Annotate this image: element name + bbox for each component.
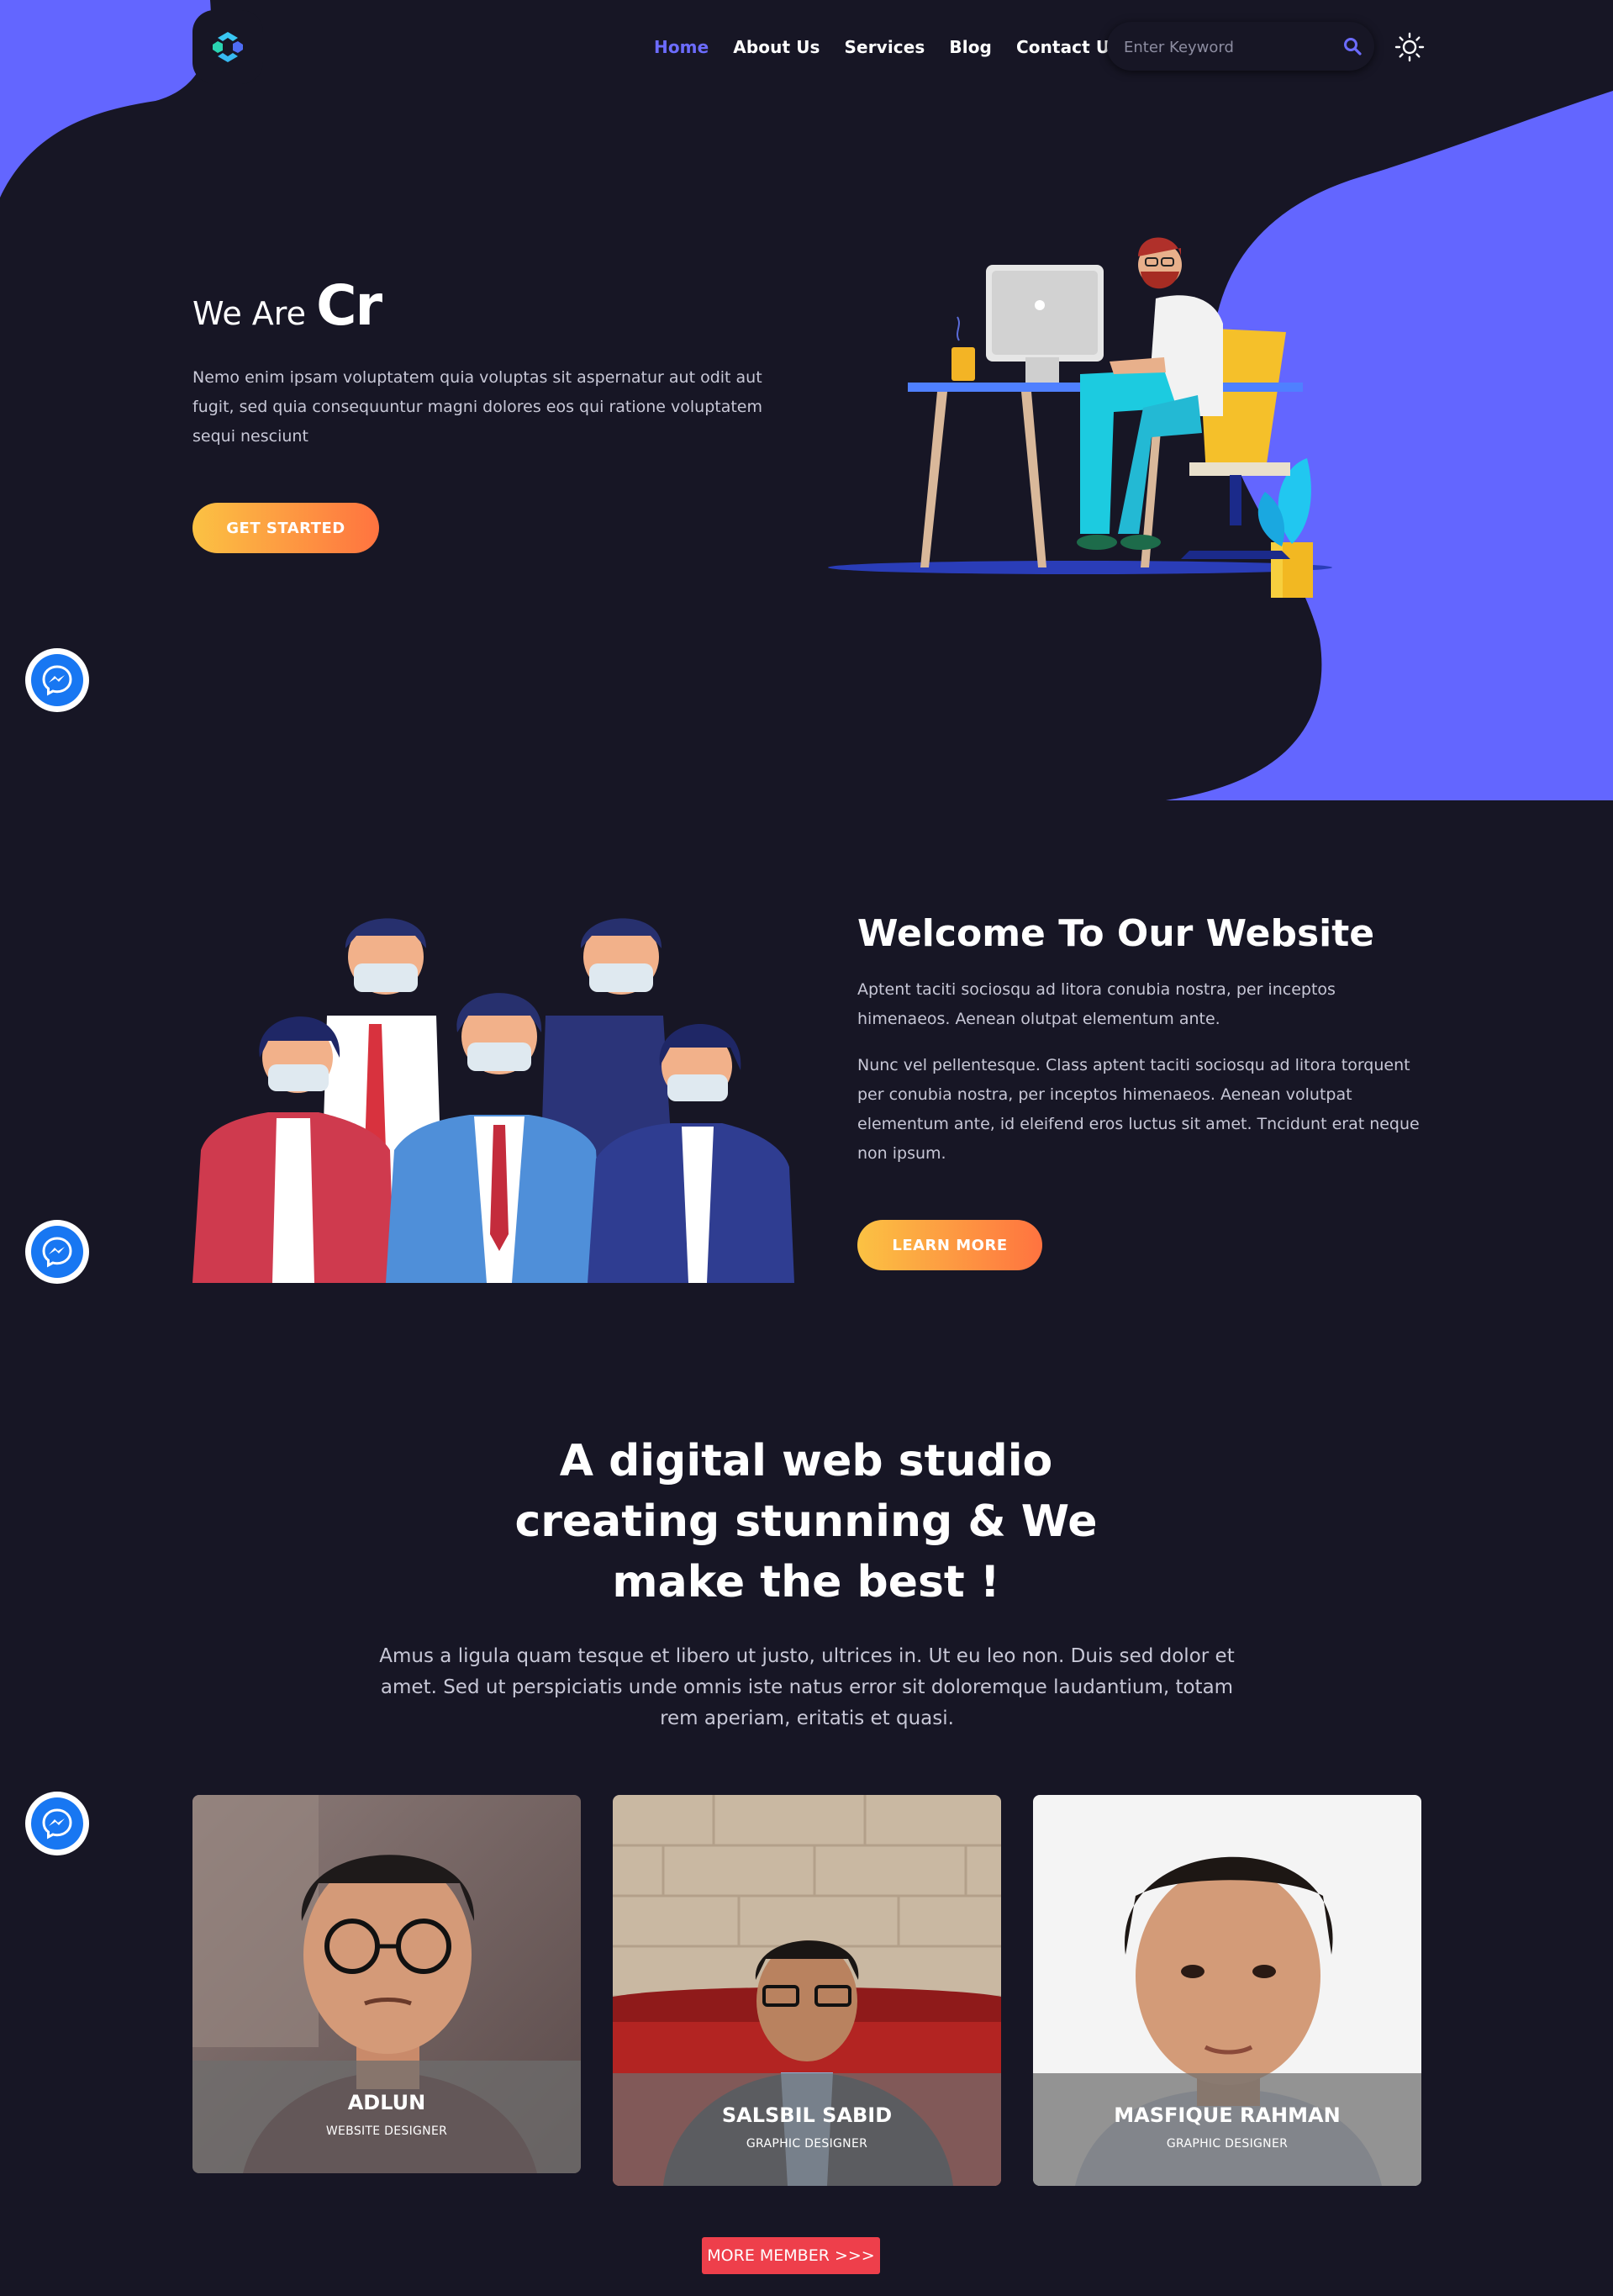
member-name: ADLUN: [347, 2091, 426, 2114]
card-overlay: [613, 2073, 1001, 2186]
search-icon[interactable]: [1342, 36, 1363, 56]
team-card[interactable]: ADLUN WEBSITE DESIGNER: [192, 1795, 581, 2173]
site-logo[interactable]: [192, 10, 263, 84]
member-name: MASFIQUE RAHMAN: [1114, 2103, 1341, 2127]
messenger-button[interactable]: [25, 1220, 89, 1284]
logo-icon: [213, 32, 243, 62]
hero-title-prefix: We Are: [192, 295, 306, 332]
nav-blog[interactable]: Blog: [949, 37, 992, 57]
more-member-button[interactable]: MORE MEMBER >>>: [702, 2237, 880, 2274]
search-box: [1107, 22, 1374, 71]
main-nav: Home About Us Services Blog Contact Us: [654, 25, 1144, 69]
card-overlay: [1033, 2073, 1421, 2186]
hero-illustration: [828, 237, 1332, 598]
hero-title-typed: Cr: [316, 273, 382, 338]
welcome-paragraph: Nunc vel pellentesque. Class aptent taci…: [857, 1056, 1420, 1163]
nav-services[interactable]: Services: [845, 37, 925, 57]
get-started-button[interactable]: GET STARTED: [192, 503, 379, 553]
hero-description: Nemo enim ipsam voluptatem quia voluptas…: [192, 368, 763, 446]
studio-heading: A digital web studio creating stunning &…: [514, 1436, 1098, 1607]
member-role: GRAPHIC DESIGNER: [746, 2137, 868, 2151]
learn-more-button[interactable]: LEARN MORE: [857, 1220, 1042, 1270]
messenger-button[interactable]: [25, 1792, 89, 1855]
messenger-icon: [42, 1237, 72, 1268]
welcome-title: Welcome To Our Website: [857, 912, 1375, 955]
sun-icon[interactable]: [1394, 32, 1425, 62]
nav-contact-us[interactable]: Contact Us: [1016, 37, 1120, 57]
card-overlay: [192, 2061, 581, 2173]
member-role: GRAPHIC DESIGNER: [1166, 2137, 1289, 2151]
welcome-paragraph: Aptent taciti sociosqu ad litora conubia…: [857, 980, 1336, 1028]
messenger-icon: [42, 665, 72, 696]
team-illustration: [192, 918, 794, 1283]
hero-title: We Are Cr: [192, 273, 382, 338]
studio-description: Amus a ligula quam tesque et libero ut j…: [379, 1645, 1235, 1729]
nav-home[interactable]: Home: [654, 37, 709, 57]
messenger-icon: [42, 1808, 72, 1839]
team-card[interactable]: MASFIQUE RAHMAN GRAPHIC DESIGNER: [1033, 1795, 1421, 2186]
team-card[interactable]: SALSBIL SABID GRAPHIC DESIGNER: [613, 1795, 1001, 2186]
messenger-button[interactable]: [25, 648, 89, 712]
search-input[interactable]: [1122, 32, 1327, 62]
nav-about-us[interactable]: About Us: [733, 37, 820, 57]
member-name: SALSBIL SABID: [721, 2103, 893, 2127]
member-role: WEBSITE DESIGNER: [325, 2124, 448, 2138]
